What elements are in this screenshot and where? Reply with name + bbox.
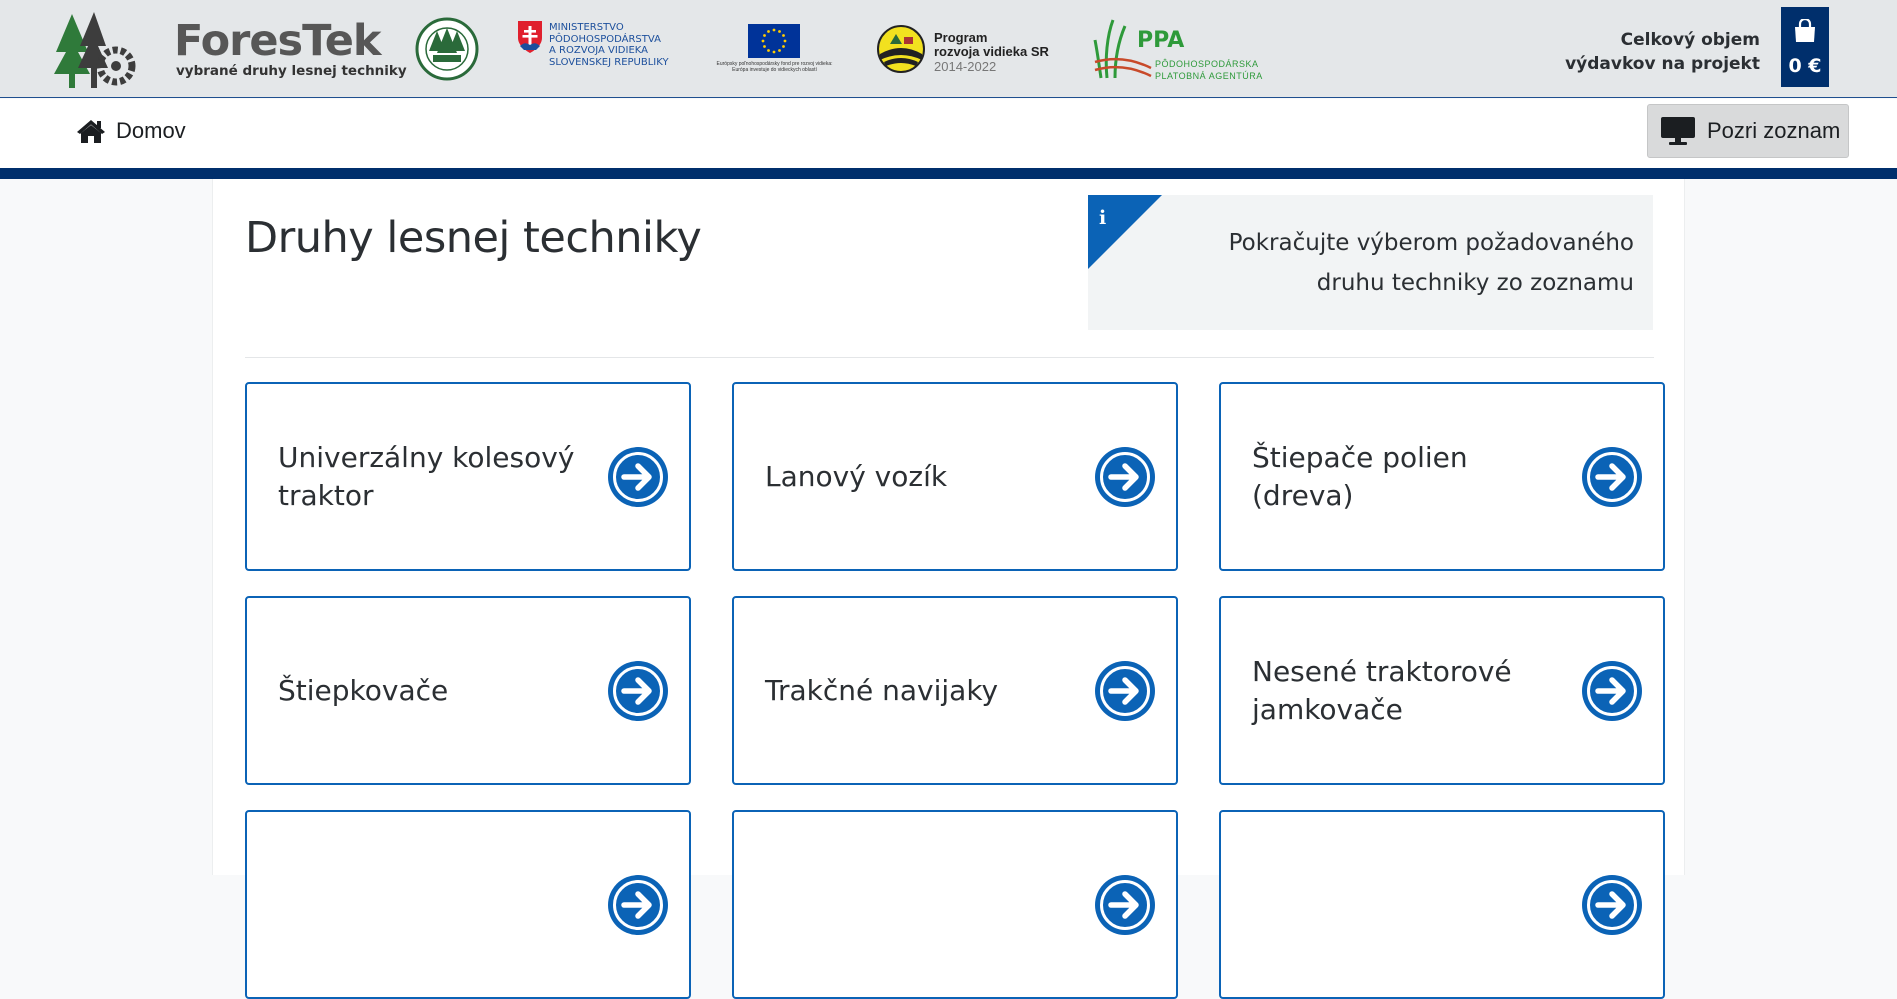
equipment-type-card[interactable] [1219, 810, 1665, 999]
rural-program-icon [877, 25, 925, 73]
info-text: Pokračujte výberom požadovaného druhu te… [1228, 230, 1634, 296]
equipment-type-card[interactable]: Štiepkovače [245, 596, 691, 785]
brand-name: ForesTek [174, 16, 382, 66]
equipment-type-card[interactable] [245, 810, 691, 999]
equipment-type-label: Univerzálny kolesový traktor [278, 440, 575, 512]
cart-button[interactable]: 0 € [1781, 7, 1829, 87]
brand-tagline: vybrané druhy lesnej techniky [176, 63, 407, 79]
prv-years: 2014-2022 [934, 59, 997, 74]
slovak-coat-of-arms-icon [518, 21, 542, 53]
arrow-right-circle-icon [1095, 874, 1155, 935]
ministry-line-3: a rozvoja vidieka [549, 45, 648, 56]
equipment-type-card[interactable]: Lanový vozík [732, 382, 1178, 571]
home-link[interactable]: Domov [76, 116, 186, 146]
forestek-logo[interactable]: ForesTek vybrané druhy lesnej techniky [52, 12, 407, 90]
arrow-right-circle-icon [608, 874, 668, 935]
ppa-abbr: PPA [1137, 28, 1185, 53]
forest-seal-logo [415, 17, 479, 81]
eu-flag-icon [748, 24, 800, 58]
arrow-right-circle-icon [608, 446, 668, 507]
info-box: i Pokračujte výberom požadovaného druhu … [1088, 195, 1653, 330]
arrow-right-circle-icon [608, 660, 668, 721]
equipment-type-label: Lanový vozík [765, 459, 948, 493]
project-total-label-line-1: Celkový objem [1620, 30, 1760, 50]
view-list-button[interactable]: Pozri zoznam [1647, 104, 1849, 158]
project-total-label-line-2: výdavkov na projekt [1565, 54, 1760, 74]
tree-gear-icon [54, 12, 136, 88]
arrow-right-circle-icon [1582, 446, 1642, 507]
ministry-logo: Ministerstvo pôdohospodárstva a rozvoja … [517, 20, 682, 80]
equipment-type-label: Štiepače polien (dreva) [1252, 440, 1468, 512]
ppa-line-1: Pôdohospodárska [1155, 59, 1259, 69]
equipment-type-card[interactable]: Univerzálny kolesový traktor [245, 382, 691, 571]
ministry-line-1: Ministerstvo [549, 22, 624, 33]
view-list-button-label: Pozri zoznam [1707, 118, 1841, 143]
arrow-right-circle-icon [1582, 874, 1642, 935]
home-icon [77, 120, 105, 143]
cart-amount: 0 € [1788, 55, 1822, 77]
equipment-type-card[interactable]: Trakčné navijaky [732, 596, 1178, 785]
arrow-right-circle-icon [1582, 660, 1642, 721]
project-total-label: Celkový objem výdavkov na projekt [1560, 28, 1760, 76]
header-bar: ForesTek vybrané druhy lesnej techniky M… [0, 0, 1897, 98]
shopping-bag-icon [1795, 19, 1815, 42]
info-icon: i [1099, 207, 1107, 229]
prv-line-2: rozvoja vidieka SR [934, 44, 1049, 59]
arrow-right-circle-icon [1095, 660, 1155, 721]
main-content: Druhy lesnej techniky i Pokračujte výber… [212, 179, 1685, 999]
ppa-logo: PPA Pôdohospodárska platobná agentúra [1093, 18, 1263, 84]
page-title: Druhy lesnej techniky [245, 213, 702, 263]
header-divider [0, 168, 1897, 179]
section-divider [245, 357, 1654, 358]
nav-bar: Domov Pozri zoznam [0, 99, 1897, 169]
ministry-line-4: Slovenskej republiky [549, 56, 669, 68]
rural-program-logo: Program rozvoja vidieka SR 2014-2022 [876, 24, 1061, 78]
prv-line-1: Program [934, 30, 988, 45]
equipment-type-label: Štiepkovače [278, 673, 449, 707]
equipment-type-label: Trakčné navijaky [765, 673, 999, 707]
arrow-right-circle-icon [1095, 446, 1155, 507]
ppa-line-2: platobná agentúra [1155, 71, 1263, 81]
home-link-label: Domov [116, 118, 186, 143]
monitor-icon [1661, 117, 1695, 145]
eu-flag-logo: Európsky poľnohospodársky fond pre rozvo… [712, 24, 837, 76]
eu-caption: Európsky poľnohospodársky fond pre rozvo… [716, 61, 833, 73]
equipment-type-card[interactable]: Nesené traktorové jamkovače [1219, 596, 1665, 785]
equipment-type-label: Nesené traktorové jamkovače [1252, 654, 1512, 726]
equipment-type-card[interactable] [732, 810, 1178, 999]
equipment-type-card[interactable]: Štiepače polien (dreva) [1219, 382, 1665, 571]
ministry-line-2: pôdohospodárstva [549, 33, 661, 45]
